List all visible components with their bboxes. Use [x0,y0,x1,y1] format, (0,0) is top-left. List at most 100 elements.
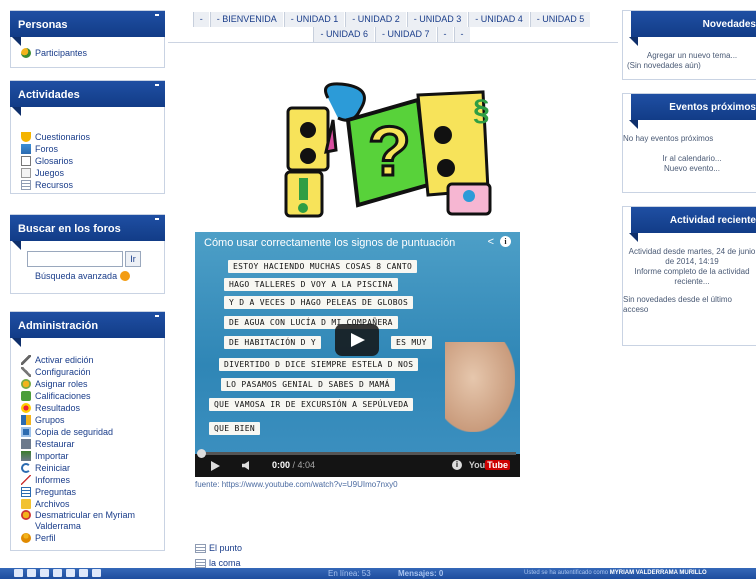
collapse-icon[interactable] [155,315,159,317]
admin-desmatricular[interactable]: Desmatricular en Myriam Valderrama [21,510,158,532]
full-report-link[interactable]: Informe completo de la actividad recient… [627,267,756,287]
personas-block: Personas Participantes [10,10,165,68]
new-event-link[interactable]: Nuevo evento... [627,164,756,174]
help-icon[interactable] [120,271,131,281]
novedades-block: Novedades Agregar un nuevo tema... (Sin … [622,10,756,80]
tab-0[interactable]: - [192,12,209,27]
user-icon[interactable] [14,569,23,577]
glossary-icon [21,156,31,166]
tab-6[interactable]: - UNIDAD 5 [529,12,591,27]
admin-asignar-roles[interactable]: Asignar roles [21,378,158,390]
actividad-juegos[interactable]: Juegos [21,167,158,179]
collapse-icon[interactable] [155,14,159,16]
pencil-icon [21,355,31,365]
video-screen[interactable]: Cómo usar correctamente los signos de pu… [195,232,520,454]
grades-icon [21,391,31,401]
tab-4[interactable]: - UNIDAD 3 [406,12,468,27]
text-strip: DIVERTIDO D DICE SIEMPRE ESTELA D NOS [219,358,419,371]
admin-reiniciar[interactable]: Reiniciar [21,462,158,474]
edit-icon[interactable] [79,569,88,577]
activity-since: Actividad desde martes, 24 de junio de 2… [628,247,756,266]
forum-search-input[interactable] [27,251,123,267]
actividad-header[interactable]: Actividad reciente [629,207,756,242]
resource-el-punto[interactable]: El punto [195,543,242,553]
admin-grupos[interactable]: Grupos [21,414,158,426]
text-strip: QUE BIEN [209,422,260,435]
add-topic-link[interactable]: Agregar un nuevo tema... [627,51,756,61]
admin-restaurar[interactable]: Restaurar [21,438,158,450]
unit-tabs: -- BIENVENIDA - UNIDAD 1- UNIDAD 2- UNIDA… [172,12,612,42]
eventos-block: Eventos próximos No hay eventos próximos… [622,93,756,193]
profile-icon [21,533,31,543]
actividad-recursos[interactable]: Recursos [21,179,158,191]
tab-1[interactable]: - BIENVENIDA [209,12,283,27]
users-icon [21,48,31,58]
actividad-foros[interactable]: Foros [21,143,158,155]
collapse-icon[interactable] [155,218,159,220]
admin-informes[interactable]: Informes [21,474,158,486]
quiz-icon [21,132,31,142]
tab-5[interactable]: - UNIDAD 4 [468,12,529,27]
tab-10[interactable]: - [453,27,470,42]
youtube-logo[interactable]: You Tube [469,460,510,470]
administracion-block: Administración Activar edición Configura… [10,311,165,551]
busqueda-avanzada-link[interactable]: Búsqueda avanzada [35,270,164,282]
eventos-header[interactable]: Eventos próximos [629,94,756,129]
play-icon[interactable] [335,324,379,356]
grades-icon[interactable] [66,569,75,577]
tab-9[interactable]: - [436,27,453,42]
folder-icon[interactable] [27,569,36,577]
admin-perfil[interactable]: Perfil [21,532,158,544]
tab-2[interactable]: - UNIDAD 1 [283,12,345,27]
buscar-header[interactable]: Buscar en los foros [10,215,165,250]
restore-icon [21,439,31,449]
tab-8[interactable]: - UNIDAD 7 [375,27,436,42]
svg-text:§: § [473,94,490,127]
video-title[interactable]: Cómo usar correctamente los signos de pu… [204,237,455,249]
admin-importar[interactable]: Importar [21,450,158,462]
novedades-header[interactable]: Novedades [629,11,756,46]
actividad-glosarios[interactable]: Glosarios [21,155,158,167]
footer-icons [14,569,101,577]
personas-header[interactable]: Personas [10,11,165,46]
volume-icon[interactable] [242,461,249,470]
youtube-video[interactable]: Cómo usar correctamente los signos de pu… [195,232,520,477]
progress-bar[interactable] [199,452,516,455]
info-icon[interactable]: i [500,236,511,247]
actividad-cuestionarios[interactable]: Cuestionarios [21,131,158,143]
forum-search-button[interactable]: Ir [125,251,141,267]
admin-calificaciones[interactable]: Calificaciones [21,390,158,402]
admin-preguntas[interactable]: Preguntas [21,486,158,498]
resource-la-coma[interactable]: la coma [195,558,241,568]
text-strip: HAGO TALLERES D VOY A LA PISCINA [224,278,398,291]
text-strip: DE HABITACIÓN D Y [224,336,321,349]
hand-image [445,342,515,432]
messages-count[interactable]: Mensajes: 0 [398,569,443,578]
actividades-header[interactable]: Actividades [10,81,165,116]
admin-resultados[interactable]: Resultados [21,402,158,414]
collapse-icon[interactable] [155,84,159,86]
admin-activar-edicion[interactable]: Activar edición [21,354,158,366]
wrench-icon [21,367,31,377]
resource-icon [195,558,206,568]
game-icon [21,168,31,178]
play-button-icon[interactable] [211,461,220,471]
administracion-header[interactable]: Administración [10,312,165,347]
tab-7[interactable]: - UNIDAD 6 [313,27,374,42]
text-strip: ES MUY [391,336,432,349]
calendar-link[interactable]: Ir al calendario... [627,154,756,164]
online-count[interactable]: En línea: 53 [328,569,371,578]
participantes-link[interactable]: Participantes [21,47,158,59]
tab-3[interactable]: - UNIDAD 2 [345,12,406,27]
mail-icon[interactable] [40,569,49,577]
info-icon[interactable]: i [452,460,462,470]
scrubber-handle[interactable] [197,449,206,458]
settings-icon[interactable] [92,569,101,577]
calendar-icon[interactable] [53,569,62,577]
admin-configuracion[interactable]: Configuración [21,366,158,378]
admin-archivos[interactable]: Archivos [21,498,158,510]
user-link[interactable]: MYRIAM VALDERRAMA MURILLO [610,570,707,576]
actividades-block: Actividades Cuestionarios Foros Glosario… [10,80,165,194]
admin-copia-seguridad[interactable]: Copia de seguridad [21,426,158,438]
share-icon[interactable]: < [488,236,494,248]
